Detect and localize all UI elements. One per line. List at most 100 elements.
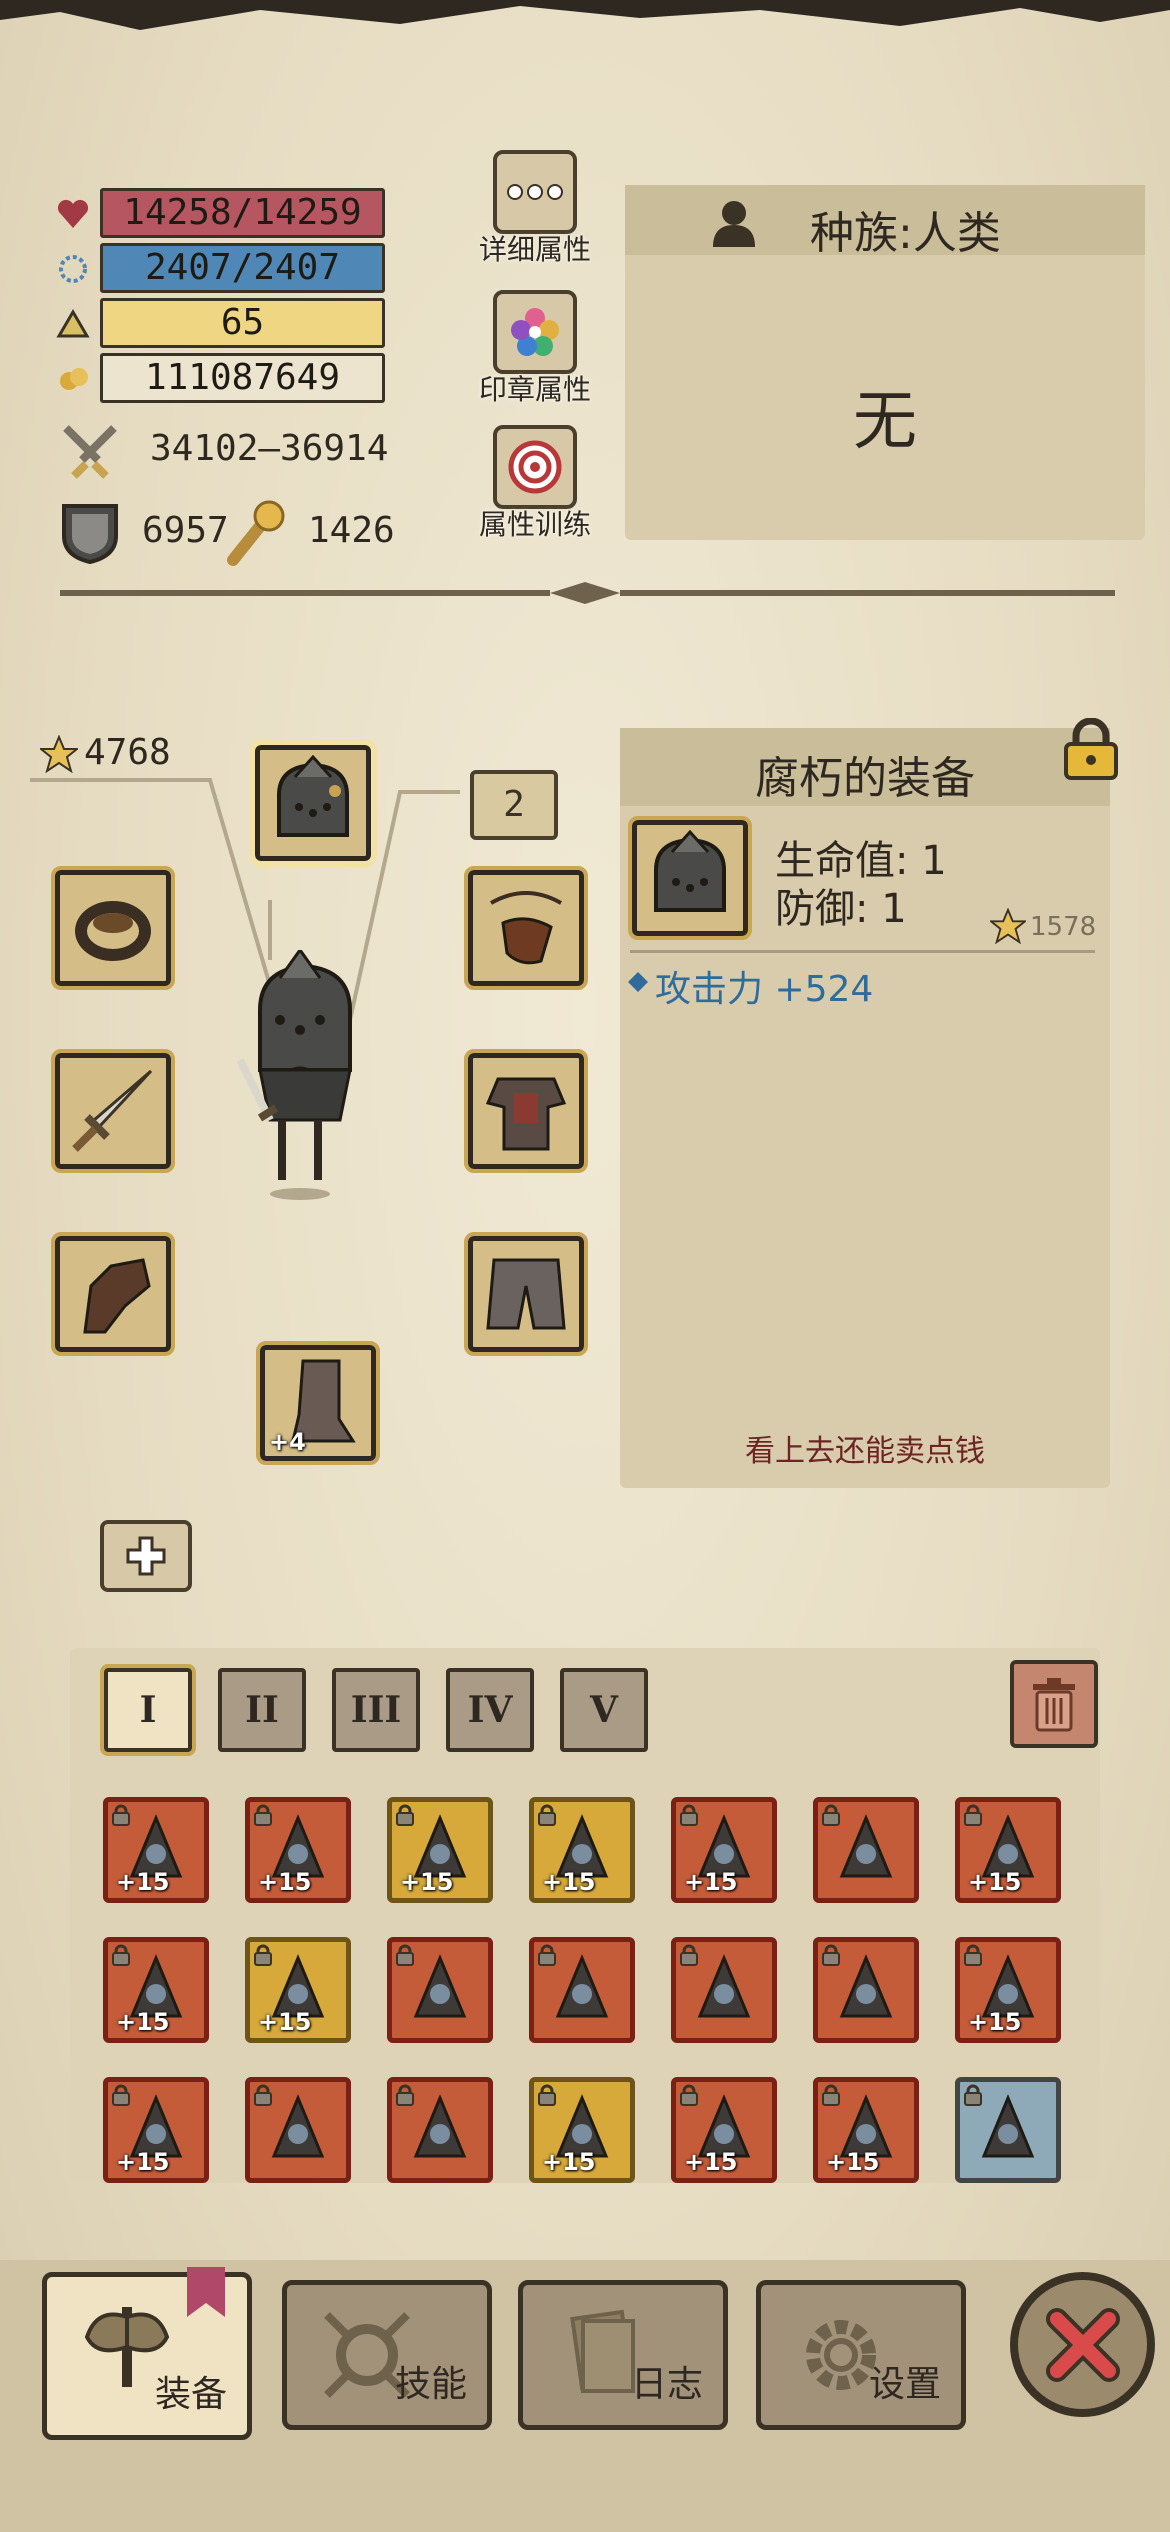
lock-icon [964,1944,982,1966]
inventory-item[interactable] [387,1937,493,2043]
lock-icon [112,1804,130,1826]
pants-slot[interactable] [464,1232,588,1356]
item-upgrade-level: +15 [258,2008,312,2036]
character-avatar [236,950,352,1200]
heart-icon [57,199,89,228]
shield-icon [62,504,118,565]
inventory-item[interactable]: +15 [245,1797,351,1903]
expand-slots-button[interactable] [100,1520,192,1592]
target-icon [508,440,562,494]
training-label: 属性训练 [478,508,591,541]
weapon-slot[interactable] [51,1049,175,1173]
mana-icon [59,255,87,283]
inventory-item[interactable] [813,1797,919,1903]
attribute-training-button[interactable]: 属性训练 [470,425,600,543]
item-attack-bonus: 攻击力 +524 [655,969,874,1010]
item-upgrade-level: +15 [400,1868,454,1896]
inventory-item[interactable]: +15 [387,1797,493,1903]
diamond-bullet-icon [628,972,648,992]
gloves-slot[interactable] [51,1232,175,1356]
detail-attributes-button[interactable]: 详细属性 [470,150,600,268]
lock-icon [396,1944,414,1966]
item-upgrade-level: +15 [116,2148,170,2176]
detail-frame [493,150,577,234]
lock-icon [822,1944,840,1966]
trash-button[interactable] [1010,1660,1098,1748]
inventory-item[interactable]: +15 [813,2077,919,2183]
inventory-item[interactable]: +15 [529,2077,635,2183]
amulet-slot[interactable] [464,866,588,990]
item-upgrade-level: +15 [542,2148,596,2176]
mp-bar: 2407/2407 [100,243,385,293]
inventory-tab-5[interactable]: V [560,1668,648,1752]
lock-icon [538,1804,556,1826]
close-icon [1045,2307,1120,2382]
inventory-item[interactable] [813,1937,919,2043]
item-upgrade-level: +15 [116,2008,170,2036]
item-upgrade-level: +15 [116,1868,170,1896]
torn-top-edge [0,0,1170,30]
seal-attributes-button[interactable]: 印章属性 [470,290,600,408]
item-star-value: 1578 [1030,912,1097,942]
inventory-item[interactable]: +15 [103,1937,209,2043]
seal-label: 印章属性 [478,373,591,406]
inventory-item[interactable] [245,2077,351,2183]
lock-icon [396,1804,414,1826]
inventory-tab-3[interactable]: III [332,1668,420,1752]
level-triangle-icon [56,309,90,338]
lock-icon [822,2084,840,2106]
inventory-tab-2[interactable]: II [218,1668,306,1752]
defense-value: 6957 [142,510,229,551]
lock-icon [538,1944,556,1966]
inventory-item[interactable] [955,2077,1061,2183]
lock-icon [112,2084,130,2106]
inventory-item[interactable]: +15 [955,1937,1061,2043]
race-panel: 种族:人类 无 [625,185,1145,540]
inventory-tab-1[interactable]: I [100,1664,196,1756]
nav-settings-label: 设置 [868,2364,941,2405]
inventory-item[interactable]: +15 [103,1797,209,1903]
inventory-item[interactable] [529,1937,635,2043]
inventory-item[interactable]: +15 [245,1937,351,2043]
inventory-item[interactable]: +15 [671,2077,777,2183]
armor-slot[interactable] [464,1049,588,1173]
strength-value: 1426 [308,510,395,551]
inventory-item[interactable]: +15 [103,2077,209,2183]
helmet-slot[interactable] [249,739,377,867]
inventory-item[interactable]: +15 [529,1797,635,1903]
ring-slot[interactable] [51,866,175,990]
close-button[interactable] [1010,2272,1155,2417]
strength-icon [227,500,285,566]
lock-icon [964,2084,982,2106]
item-detail-panel: 腐朽的装备 生命值: 1 防御: 1 1578 攻击力 +524 看上去还能卖点… [620,728,1110,1488]
detail-item-slot [628,816,752,940]
nav-log[interactable]: 日志 [518,2280,728,2430]
inventory-item[interactable] [671,1937,777,2043]
mp-row: 2407/2407 [55,243,395,293]
slot-count-badge[interactable]: 2 [470,770,558,840]
nav-skill[interactable]: 技能 [282,2280,492,2430]
training-frame [493,425,577,509]
item-upgrade-level: +15 [684,2148,738,2176]
nav-settings[interactable]: 设置 [756,2280,966,2430]
nav-equip[interactable]: 装备 [42,2267,252,2440]
inventory-item[interactable]: +15 [955,1797,1061,1903]
inventory-item[interactable]: +15 [671,1797,777,1903]
chest-armor-icon [485,1077,567,1151]
inventory-item[interactable] [387,2077,493,2183]
boots-slot[interactable]: +4 [256,1341,380,1465]
item-upgrade-level: +15 [684,1868,738,1896]
glove-icon [83,1258,151,1334]
lock-icon [254,1804,272,1826]
ring-icon [75,901,151,961]
level-bar: 65 [100,298,385,348]
dots-icon [507,184,563,200]
lock-icon[interactable] [1062,718,1120,780]
inventory-tab-4[interactable]: IV [446,1668,534,1752]
helmet-icon [277,755,349,837]
nav-log-label: 日志 [630,2364,703,2405]
lock-icon [396,2084,414,2106]
hp-row: 14258/14259 [55,188,395,238]
lock-icon [112,1944,130,1966]
item-flavor-text: 看上去还能卖点钱 [745,1434,985,1469]
